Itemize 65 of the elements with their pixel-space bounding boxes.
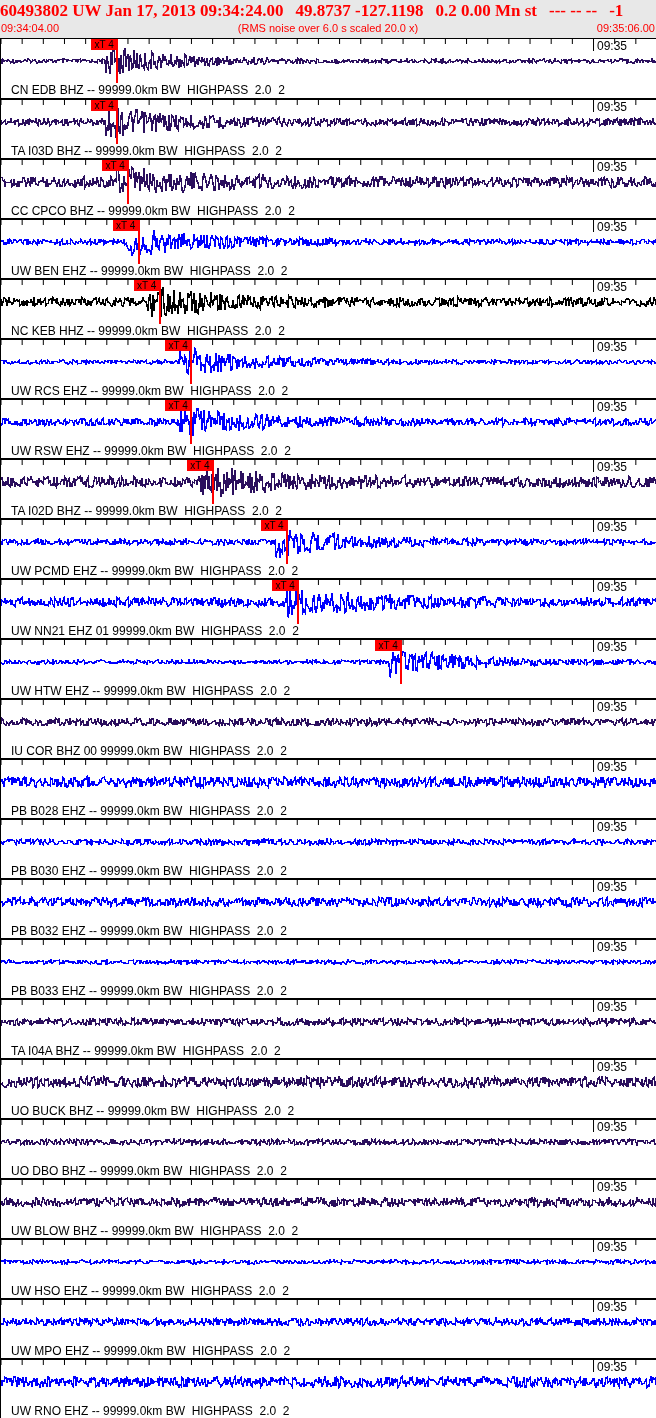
trace-label: PB B030 EHZ -- 99999.0km BW HIGHPASS 2.0 2 (10, 864, 288, 878)
trace-label: IU COR BHZ 00 99999.0km BW HIGHPASS 2.0 2 (10, 744, 288, 758)
trace-label: PB B032 EHZ -- 99999.0km BW HIGHPASS 2.0 2 (10, 924, 288, 938)
time-mark: 09:35 (597, 161, 628, 174)
pick-label: xT 4 (375, 640, 402, 651)
trace-label: PB B028 EHZ -- 99999.0km BW HIGHPASS 2.0 2 (10, 804, 288, 818)
pick-label: xT 4 (112, 220, 139, 231)
time-mark: 09:35 (597, 581, 628, 594)
trace-label: UO BUCK BHZ -- 99999.0km BW HIGHPASS 2.0 2 (10, 1104, 296, 1118)
time-mark: 09:35 (597, 1241, 628, 1254)
time-mark: 09:35 (597, 40, 628, 53)
pick-label: xT 4 (165, 340, 192, 351)
trace-label: CN EDB BHZ -- 99999.0km BW HIGHPASS 2.0 2 (10, 83, 286, 97)
trace-label: UW NN21 EHZ 01 99999.0km BW HIGHPASS 2.0 2 (10, 624, 300, 638)
time-mark: 09:35 (597, 881, 628, 894)
time-mark: 09:35 (597, 221, 628, 234)
time-mark: 09:35 (597, 641, 628, 654)
time-mark: 09:35 (597, 341, 628, 354)
time-mark: 09:35 (597, 1301, 628, 1314)
time-mark: 09:35 (597, 521, 628, 534)
trace-label: UW BEN EHZ -- 99999.0km BW HIGHPASS 2.0 2 (10, 264, 289, 278)
pick-label: xT 4 (91, 100, 118, 111)
time-mark: 09:35 (597, 1121, 628, 1134)
time-mark: 09:35 (597, 821, 628, 834)
event-title: -1 (609, 0, 624, 21)
event-title: 49.8737 -127.1198 (295, 0, 424, 21)
trace-label: UW HTW EHZ -- 99999.0km BW HIGHPASS 2.0 2 (10, 684, 292, 698)
time-mark: 09:35 (597, 701, 628, 714)
trace-label: CC CPCO BHZ -- 99999.0km BW HIGHPASS 2.0 2 (10, 204, 296, 218)
trace-label: TA I02D BHZ -- 99999.0km BW HIGHPASS 2.0 2 (10, 504, 283, 518)
time-mark: 09:35 (597, 941, 628, 954)
time-mark: 09:35 (597, 761, 628, 774)
event-title: --- -- -- (549, 0, 598, 21)
pick-label: xT 4 (261, 520, 287, 531)
trace-label: UW RSW EHZ -- 99999.0km BW HIGHPASS 2.0 2 (10, 444, 292, 458)
pick-label: xT 4 (102, 160, 129, 171)
end-time: 09:35:06.00 (596, 21, 655, 35)
trace-label: NC KEB HHZ -- 99999.0km BW HIGHPASS 2.0 2 (10, 324, 286, 338)
time-mark: 09:35 (597, 101, 628, 114)
pick-label: xT 4 (91, 39, 118, 50)
pick-label: xT 4 (165, 400, 192, 411)
time-mark: 09:35 (597, 1001, 628, 1014)
trace-label: UW HSO EHZ -- 99999.0km BW HIGHPASS 2.0 2 (10, 1284, 290, 1298)
event-title: 60493802 UW Jan 17, 2013 09:34:24.00 (0, 0, 284, 21)
time-mark: 09:35 (597, 281, 628, 294)
time-mark: 09:35 (597, 401, 628, 414)
pick-label: xT 4 (133, 280, 160, 291)
pick-label: xT 4 (186, 460, 213, 471)
trace-label: UW PCMD EHZ -- 99999.0km BW HIGHPASS 2.0 2 (10, 564, 300, 578)
time-mark: 09:35 (597, 1061, 628, 1074)
trace-label: UW MPO EHZ -- 99999.0km BW HIGHPASS 2.0 2 (10, 1344, 292, 1358)
trace-label: UW RNO EHZ -- 99999.0km BW HIGHPASS 2.0 2 (10, 1404, 291, 1418)
trace-label: TA I04A BHZ -- 99999.0km BW HIGHPASS 2.0 2 (10, 1044, 282, 1058)
time-mark: 09:35 (597, 1181, 628, 1194)
trace-label: PB B033 EHZ -- 99999.0km BW HIGHPASS 2.0 2 (10, 984, 288, 998)
trace-label: UW BLOW BHZ -- 99999.0km BW HIGHPASS 2.0 2 (10, 1224, 300, 1238)
start-time: 09:34:04.00 (1, 21, 60, 35)
trace-label: UW RCS EHZ -- 99999.0km BW HIGHPASS 2.0 2 (10, 384, 290, 398)
trace-label: TA I03D BHZ -- 99999.0km BW HIGHPASS 2.0 2 (10, 144, 283, 158)
trace-label: UO DBO BHZ -- 99999.0km BW HIGHPASS 2.0 2 (10, 1164, 288, 1178)
event-title: 0.2 0.00 Mn st (435, 0, 537, 21)
noise-note: (RMS noise over 6.0 s scaled 20.0 x) (237, 21, 419, 35)
time-mark: 09:35 (597, 461, 628, 474)
pick-label: xT 4 (272, 580, 299, 591)
time-mark: 09:35 (597, 1361, 628, 1374)
